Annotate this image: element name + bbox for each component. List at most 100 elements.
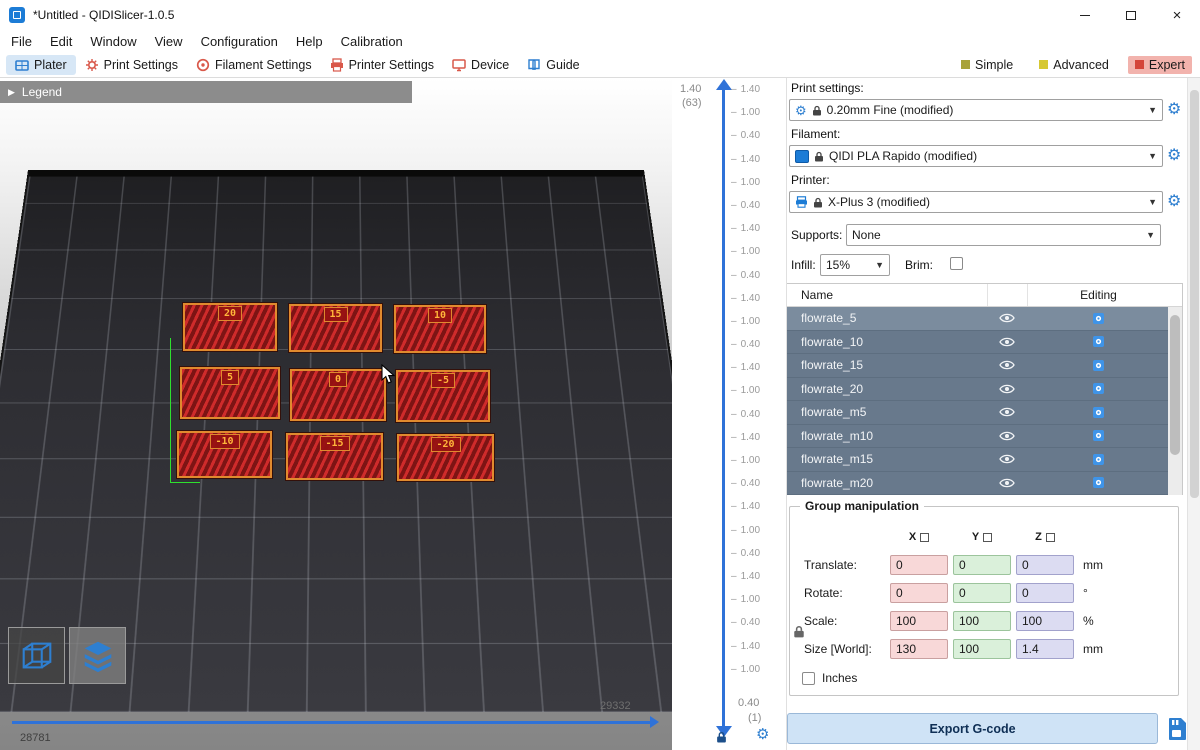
sidebar-scrollbar[interactable] (1187, 78, 1200, 750)
maximize-button[interactable] (1108, 0, 1154, 30)
layer-slider-track[interactable] (722, 90, 725, 726)
x-value-field[interactable]: 0 (890, 555, 948, 575)
menu-item[interactable]: Calibration (332, 32, 412, 51)
preview-view-button[interactable] (69, 627, 126, 684)
menu-item[interactable]: File (2, 32, 41, 51)
edit-object-icon[interactable] (1027, 429, 1169, 442)
menu-item[interactable]: Help (287, 32, 332, 51)
filament-combo[interactable]: QIDI PLA Rapido (modified) ▼ (789, 145, 1163, 167)
simple-mode-icon (961, 60, 970, 69)
editing-column-header[interactable]: Editing (1027, 284, 1169, 306)
scrollbar-thumb[interactable] (1190, 90, 1199, 498)
edit-object-icon[interactable] (1027, 476, 1169, 489)
eye-icon[interactable] (987, 477, 1027, 489)
x-value-field[interactable]: 0 (890, 583, 948, 603)
axis-world-icon[interactable] (920, 533, 929, 542)
edit-object-icon[interactable] (1027, 406, 1169, 419)
x-value-field[interactable]: 100 (890, 611, 948, 631)
minimize-button[interactable] (1062, 0, 1108, 30)
print-settings-combo[interactable]: ⚙ 0.20mm Fine (modified) ▼ (789, 99, 1163, 121)
calibration-tile[interactable]: 0 (290, 369, 386, 421)
menu-item[interactable]: View (146, 32, 192, 51)
mode-simple[interactable]: Simple (954, 56, 1020, 74)
supports-combo[interactable]: None ▼ (846, 224, 1161, 246)
object-row[interactable]: flowrate_20 (787, 378, 1169, 402)
edit-filament-gear-icon[interactable]: ⚙ (1167, 148, 1181, 164)
edit-object-icon[interactable] (1027, 453, 1169, 466)
edit-object-icon[interactable] (1027, 312, 1169, 325)
tab-filament-settings[interactable]: Filament Settings (187, 55, 321, 75)
menu-item[interactable]: Window (81, 32, 145, 51)
slider-lock-icon[interactable] (716, 731, 727, 746)
layer-slider-upper-handle[interactable] (716, 79, 732, 90)
eye-icon[interactable] (987, 406, 1027, 418)
eye-icon[interactable] (987, 453, 1027, 465)
name-column-header[interactable]: Name (787, 288, 987, 302)
close-button[interactable]: × (1154, 0, 1200, 30)
z-value-field[interactable]: 100 (1016, 611, 1074, 631)
y-value-field[interactable]: 100 (953, 639, 1011, 659)
3d-viewport[interactable]: ▶ Legend 20 15 10 5 0 -5 -10 -15 -20 293… (0, 78, 672, 750)
calibration-tile[interactable]: 10 (394, 305, 486, 353)
infill-combo[interactable]: 15% ▼ (820, 254, 890, 276)
z-value-field[interactable]: 0 (1016, 583, 1074, 603)
y-value-field[interactable]: 0 (953, 555, 1011, 575)
gcode-slider-handle[interactable] (650, 716, 659, 728)
calibration-tile[interactable]: 20 (183, 303, 277, 351)
legend-panel[interactable]: ▶ Legend (0, 81, 412, 103)
object-row[interactable]: flowrate_m10 (787, 425, 1169, 449)
edit-object-icon[interactable] (1027, 359, 1169, 372)
eye-icon[interactable] (987, 359, 1027, 371)
eye-icon[interactable] (987, 312, 1027, 324)
tab-printer-settings[interactable]: Printer Settings (321, 55, 443, 75)
edit-printer-gear-icon[interactable]: ⚙ (1167, 194, 1181, 210)
menu-item[interactable]: Configuration (192, 32, 287, 51)
export-gcode-button[interactable]: Export G-code (787, 713, 1158, 744)
tab-device[interactable]: Device (443, 55, 518, 75)
menu-item[interactable]: Edit (41, 32, 81, 51)
object-row[interactable]: flowrate_15 (787, 354, 1169, 378)
object-row[interactable]: flowrate_5 (787, 307, 1169, 331)
calibration-tile[interactable]: -15 (286, 433, 383, 480)
editor-view-button[interactable] (8, 627, 65, 684)
calibration-tile[interactable]: 5 (180, 367, 280, 419)
y-value-field[interactable]: 0 (953, 583, 1011, 603)
inches-checkbox[interactable] (802, 672, 815, 685)
x-value-field[interactable]: 130 (890, 639, 948, 659)
eye-icon[interactable] (987, 383, 1027, 395)
axis-world-icon[interactable] (983, 533, 992, 542)
axis-world-icon[interactable] (1046, 533, 1055, 542)
z-value-field[interactable]: 0 (1016, 555, 1074, 575)
gcode-slider[interactable] (12, 721, 650, 724)
object-list-scrollbar[interactable] (1168, 307, 1182, 495)
uniform-scale-lock-icon[interactable] (793, 625, 805, 641)
mode-expert[interactable]: Expert (1128, 56, 1192, 74)
scrollbar-thumb[interactable] (1170, 315, 1180, 455)
calibration-tile[interactable]: 15 (289, 304, 382, 352)
mode-advanced[interactable]: Advanced (1032, 56, 1116, 74)
export-to-sd-button[interactable] (1163, 716, 1189, 742)
tab-print-settings[interactable]: Print Settings (76, 55, 187, 75)
calibration-tile[interactable]: -10 (177, 431, 272, 478)
calibration-tile[interactable]: -20 (397, 434, 494, 481)
object-row[interactable]: flowrate_m5 (787, 401, 1169, 425)
layer-height-tick: 1.00 (731, 665, 760, 675)
eye-icon[interactable] (987, 336, 1027, 348)
tab-guide[interactable]: Guide (518, 55, 588, 75)
edit-object-icon[interactable] (1027, 382, 1169, 395)
tab-plater[interactable]: Plater (6, 55, 76, 75)
object-row[interactable]: flowrate_m20 (787, 472, 1169, 496)
layer-height-tick: 1.40 (731, 294, 760, 304)
brim-checkbox[interactable] (950, 257, 963, 270)
z-value-field[interactable]: 1.4 (1016, 639, 1074, 659)
slider-settings-gear-icon[interactable]: ⚙ (756, 727, 769, 742)
printer-combo[interactable]: X-Plus 3 (modified) ▼ (789, 191, 1163, 213)
visibility-column-header[interactable] (987, 284, 1027, 306)
edit-print-settings-gear-icon[interactable]: ⚙ (1167, 102, 1181, 118)
calibration-tile[interactable]: -5 (396, 370, 490, 422)
eye-icon[interactable] (987, 430, 1027, 442)
y-value-field[interactable]: 100 (953, 611, 1011, 631)
object-row[interactable]: flowrate_10 (787, 331, 1169, 355)
edit-object-icon[interactable] (1027, 335, 1169, 348)
object-row[interactable]: flowrate_m15 (787, 448, 1169, 472)
